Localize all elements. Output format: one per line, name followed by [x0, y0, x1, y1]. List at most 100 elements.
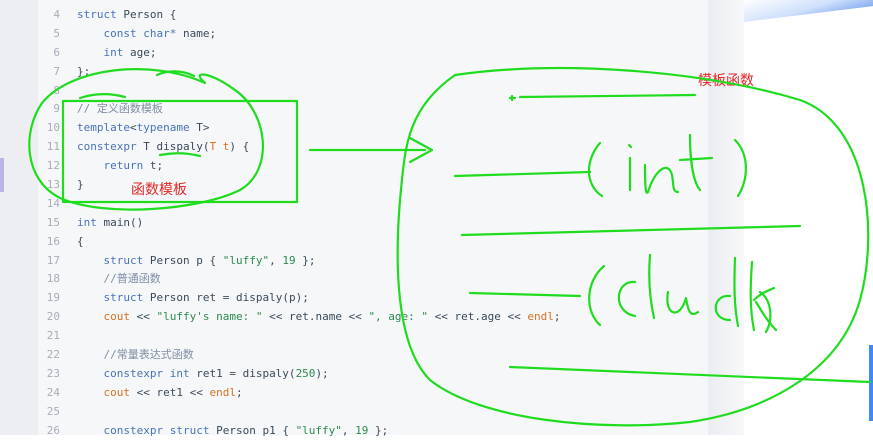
- line-number: 16: [46, 234, 60, 248]
- line-number: 23: [46, 366, 60, 380]
- code-token: 19: [282, 253, 296, 267]
- code-token: << ret.age <<: [428, 310, 528, 324]
- code-line: 4 struct Person {: [38, 6, 708, 25]
- line-number: 10: [46, 121, 60, 135]
- code-token: template: [77, 121, 130, 135]
- code-token: age;: [123, 45, 157, 59]
- code-token: <: [129, 121, 137, 135]
- code-text: constexpr T dispaly(T t) {: [77, 138, 249, 157]
- line-number: 8: [53, 83, 60, 97]
- code-text: {: [77, 233, 84, 252]
- code-line: 16 {: [38, 233, 708, 252]
- code-token: constexpr: [77, 140, 137, 154]
- code-token: typename: [136, 121, 190, 135]
- code-token: ;: [235, 385, 243, 399]
- code-token: 250: [295, 366, 316, 380]
- code-token: T>: [189, 121, 210, 135]
- code-token: cout: [103, 310, 131, 324]
- line-number: 13: [46, 178, 60, 192]
- code-token: Person ret = dispaly(p);: [143, 291, 309, 305]
- code-token: "luffy": [222, 253, 270, 267]
- code-line: 21: [38, 327, 708, 346]
- code-line: 20 cout << "luffy's name: " << ret.name …: [38, 308, 708, 327]
- code-token: ret1 = dispaly(: [189, 366, 296, 380]
- code-token: struct: [103, 253, 144, 267]
- code-token: int: [77, 215, 97, 229]
- line-number: 21: [46, 329, 60, 343]
- code-token: {: [77, 234, 84, 248]
- code-token: ;: [553, 310, 561, 324]
- code-text: const char* name;: [77, 25, 217, 44]
- code-token: }: [77, 178, 84, 192]
- code-line: 22 //常量表达式函数: [38, 346, 708, 365]
- code-token: };: [295, 253, 316, 267]
- code-text: cout << ret1 << endl;: [77, 384, 243, 403]
- code-token: ,: [269, 253, 283, 267]
- code-text: constexpr struct Person p1 { "luffy", 19…: [77, 422, 389, 441]
- code-line: 17 struct Person p { "luffy", 19 };: [38, 252, 708, 271]
- code-token: << ret1 <<: [130, 385, 210, 399]
- code-token: name;: [176, 26, 217, 40]
- line-number: 4: [53, 8, 60, 21]
- code-line: 25: [38, 403, 708, 422]
- code-token: "luffy's name: ": [156, 310, 263, 324]
- code-text: int age;: [77, 44, 157, 63]
- code-token: ", age: ": [368, 310, 429, 324]
- code-token: //普通函数: [103, 272, 161, 286]
- code-token: struct: [77, 8, 117, 21]
- line-number: 6: [53, 45, 60, 59]
- code-token: <<: [130, 310, 157, 324]
- code-token: endl: [209, 385, 236, 399]
- code-token: const char*: [103, 26, 177, 40]
- line-number: 18: [46, 272, 60, 286]
- code-line: 24 cout << ret1 << endl;: [38, 384, 708, 403]
- code-token: dispaly: [156, 140, 203, 154]
- left-accent-marker: [0, 158, 4, 192]
- code-text: //常量表达式函数: [77, 346, 194, 365]
- line-number: 11: [46, 140, 60, 154]
- code-token: Person {: [116, 8, 177, 21]
- right-scroll-indicator[interactable]: [869, 345, 873, 421]
- template-function-label: 模板函数: [698, 73, 754, 89]
- code-text: struct Person p { "luffy", 19 };: [77, 252, 316, 271]
- code-token: endl: [527, 310, 554, 324]
- code-line: 10 template<typename T>: [38, 119, 708, 138]
- code-line: 19 struct Person ret = dispaly(p);: [38, 289, 708, 308]
- code-line: 5 const char* name;: [38, 25, 708, 44]
- line-number: 9: [53, 102, 60, 116]
- line-number: 20: [46, 310, 60, 324]
- code-token: Person p {: [143, 253, 223, 267]
- code-text: // 定义函数模板: [77, 100, 163, 119]
- line-number: 17: [46, 253, 60, 267]
- code-text: cout << "luffy's name: " << ret.name << …: [77, 308, 561, 327]
- code-line: 8: [38, 82, 708, 101]
- code-block-shadow: [708, 0, 744, 435]
- code-line: 11 constexpr T dispaly(T t) {: [38, 138, 708, 157]
- code-text: int main(): [77, 214, 143, 233]
- code-line: 15 int main(): [38, 214, 708, 233]
- code-token: //常量表达式函数: [103, 348, 194, 362]
- line-number: 22: [46, 348, 60, 362]
- code-line: 18 //普通函数: [38, 270, 708, 289]
- code-token: cout: [103, 385, 131, 399]
- line-number: 15: [46, 215, 60, 229]
- line-number: 5: [53, 26, 60, 40]
- code-line: 6 int age;: [38, 44, 708, 63]
- code-token: constexpr int: [103, 366, 190, 380]
- left-sidebar-strip: [0, 0, 38, 435]
- code-token: struct: [103, 291, 144, 305]
- line-number: 7: [53, 64, 60, 78]
- code-line: 23 constexpr int ret1 = dispaly(250);: [38, 365, 708, 384]
- code-text: };: [77, 63, 90, 82]
- code-text: }: [77, 176, 84, 195]
- code-text: struct Person ret = dispaly(p);: [77, 289, 309, 308]
- code-text: return t;: [77, 157, 164, 176]
